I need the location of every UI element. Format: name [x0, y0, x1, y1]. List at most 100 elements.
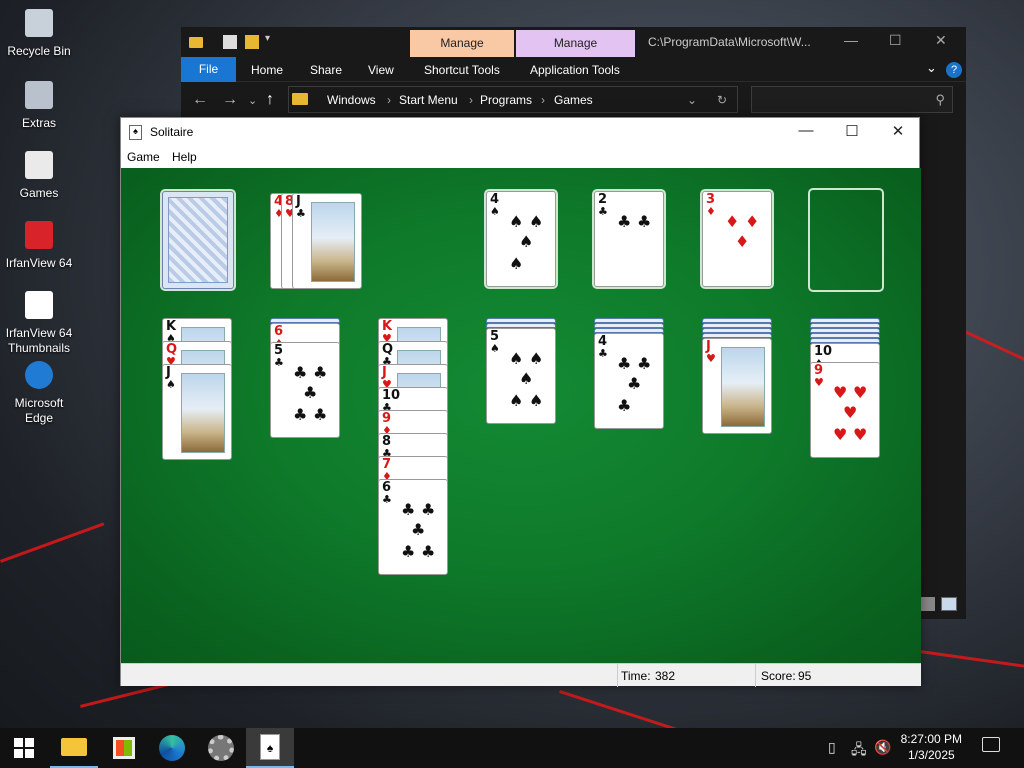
stock-pile[interactable]	[162, 191, 234, 289]
card-suit-icon: ♣	[274, 356, 284, 369]
solitaire-window[interactable]: ♠ Solitaire — ☐ ✕ Game Help 4♦♦♦♦♦8♥♥♥♥♥…	[120, 117, 921, 687]
card-pip-icon: ♣	[617, 354, 632, 373]
card-pip-icon: ♣	[313, 405, 328, 424]
view-details-icon[interactable]	[921, 597, 935, 611]
network-icon[interactable]: 🖧	[851, 739, 867, 763]
card-pip-icon: ♣	[617, 212, 632, 231]
search-input[interactable]: ⚲	[751, 86, 953, 113]
card-pip-icon: ♣	[637, 354, 652, 373]
tableau-card[interactable]: 5 ♠ ♠ ♠ ♠ ♠ ♠	[486, 328, 556, 424]
ribbon-tab-share[interactable]: Share	[310, 63, 342, 77]
status-divider	[617, 664, 618, 687]
score-value: 95	[798, 669, 812, 683]
card-pip-icon: ♥	[853, 425, 868, 444]
card-pip-icon: ♣	[293, 405, 308, 424]
solitaire-titlebar[interactable]: ♠ Solitaire — ☐ ✕	[121, 118, 919, 146]
minimize-button[interactable]: —	[791, 122, 821, 139]
menu-game[interactable]: Game	[127, 150, 160, 164]
card-pip-icon: ♣	[421, 500, 436, 519]
ribbon-tab-view[interactable]: View	[368, 63, 394, 77]
desktop-icon-label: Microsoft Edge	[14, 396, 64, 425]
card-suit-icon: ♠	[166, 378, 176, 391]
usb-icon[interactable]: ▯	[828, 739, 836, 756]
ribbon-tab-application-tools[interactable]: Application Tools	[530, 63, 620, 77]
properties-icon[interactable]	[223, 35, 237, 49]
menu-help[interactable]: Help	[172, 150, 197, 164]
file-explorer-icon[interactable]	[50, 728, 98, 768]
manage-tab-shortcut[interactable]: Manage	[410, 30, 514, 57]
card-pip-icon: ♣	[421, 542, 436, 561]
card-pip-icon: ♠	[509, 391, 524, 410]
tableau-card[interactable]: J ♠	[162, 364, 232, 460]
breadcrumb-games[interactable]: Games	[554, 93, 593, 107]
maximize-button[interactable]: ☐	[889, 32, 902, 49]
back-icon[interactable]: ←	[192, 91, 208, 109]
tableau-card[interactable]: 9 ♥ ♥ ♥ ♥ ♥ ♥	[810, 362, 880, 458]
breadcrumb-separator-icon: ›	[541, 93, 545, 107]
explorer-titlebar[interactable]: ▾ Manage Manage C:\ProgramData\Microsoft…	[181, 27, 966, 57]
card-pip-icon: ♣	[293, 363, 308, 382]
ribbon-tabs: File Home Share View Shortcut Tools Appl…	[181, 57, 966, 82]
card-pip-icon: ♣	[627, 374, 642, 393]
notifications-icon[interactable]	[982, 737, 1000, 752]
taskbar: ♠ ▯ 🖧 🔇 8:27:00 PM 1/3/2025	[0, 728, 1024, 768]
desktop-icon-microsoft-edge[interactable]: Microsoft Edge	[0, 358, 78, 426]
help-icon[interactable]: ?	[946, 62, 962, 78]
customize-toolbar-icon[interactable]: ▾	[265, 33, 273, 47]
card-pip-icon: ♥	[833, 383, 848, 402]
card-pip-icon: ♣	[401, 542, 416, 561]
score-label: Score:	[761, 669, 796, 683]
card-pip-icon: ♥	[833, 425, 848, 444]
breadcrumb-windows[interactable]: Windows	[327, 93, 376, 107]
tableau-card[interactable]: J ♥	[702, 338, 772, 434]
breadcrumb-programs[interactable]: Programs	[480, 93, 532, 107]
solitaire-icon[interactable]: ♠	[246, 728, 294, 768]
desktop-icon-irfanview-64[interactable]: IrfanView 64	[0, 218, 78, 271]
foundation-slot-empty[interactable]	[808, 188, 884, 292]
refresh-icon[interactable]: ↻	[717, 93, 727, 107]
close-button[interactable]: ✕	[883, 122, 913, 140]
desktop-icon-recycle-bin[interactable]: Recycle Bin	[0, 6, 78, 59]
desktop-icon-irfanview-64-thumbnails[interactable]: IrfanView 64 Thumbnails	[0, 288, 78, 356]
breadcrumb-start-menu[interactable]: Start Menu	[399, 93, 458, 107]
up-icon[interactable]: ↑	[266, 91, 274, 109]
game-board[interactable]: 4♦♦♦♦♦8♥♥♥♥♥♥J♣4♠♠♠♠♠2♣♣♣3♦♦♦♦K♠Q♥J♠6♦♦♦…	[121, 168, 921, 663]
card-pip-icon: ♣	[617, 396, 632, 415]
foundation-pile-2[interactable]: 2 ♣ ♣ ♣	[594, 191, 664, 287]
clock[interactable]: 8:27:00 PM 1/3/2025	[901, 731, 962, 763]
card-pip-icon: ♠	[509, 212, 524, 231]
new-folder-icon[interactable]	[245, 35, 259, 49]
ribbon-tab-home[interactable]: Home	[251, 63, 283, 77]
settings-gear-icon[interactable]	[197, 728, 245, 768]
desktop-icon-extras[interactable]: Extras	[0, 78, 78, 131]
edge-icon[interactable]	[148, 728, 196, 768]
foundation-pile-3[interactable]: 3 ♦ ♦ ♦ ♦	[702, 191, 772, 287]
expand-ribbon-icon[interactable]: ⌄	[926, 60, 937, 76]
windows-start-icon[interactable]	[0, 728, 48, 768]
tableau-card[interactable]: 5 ♣ ♣ ♣ ♣ ♣ ♣	[270, 342, 340, 438]
volume-muted-icon[interactable]: 🔇	[874, 739, 891, 756]
ribbon-tab-file[interactable]: File	[181, 57, 236, 82]
forward-icon[interactable]: →	[222, 91, 238, 109]
foundation-pile-1[interactable]: 4 ♠ ♠ ♠ ♠ ♠	[486, 191, 556, 287]
address-bar[interactable]: Windows › Start Menu › Programs › Games …	[288, 86, 738, 113]
status-bar: Time: 382 Score: 95	[121, 663, 921, 687]
chevron-down-icon[interactable]: ⌄	[687, 93, 697, 107]
minimize-button[interactable]: —	[844, 32, 858, 48]
manage-tab-application[interactable]: Manage	[516, 30, 635, 57]
time-value: 382	[655, 669, 676, 683]
store-icon[interactable]	[100, 728, 148, 768]
status-divider	[755, 664, 756, 687]
view-large-icons-icon[interactable]	[941, 597, 957, 611]
maximize-button[interactable]: ☐	[837, 122, 867, 140]
card-suit-icon: ♥	[814, 376, 824, 389]
tableau-card[interactable]: 6 ♣ ♣ ♣ ♣ ♣ ♣	[378, 479, 448, 575]
waste-card[interactable]: J ♣	[292, 193, 362, 289]
close-button[interactable]: ✕	[935, 32, 947, 49]
tableau-card[interactable]: 4 ♣ ♣ ♣ ♣ ♣	[594, 333, 664, 429]
card-pip-icon: ♥	[853, 383, 868, 402]
desktop-icon-games[interactable]: Games	[0, 148, 78, 201]
card-pip-icon: ♠	[509, 349, 524, 368]
recent-locations-icon[interactable]: ⌄	[248, 94, 257, 107]
ribbon-tab-shortcut-tools[interactable]: Shortcut Tools	[424, 63, 500, 77]
